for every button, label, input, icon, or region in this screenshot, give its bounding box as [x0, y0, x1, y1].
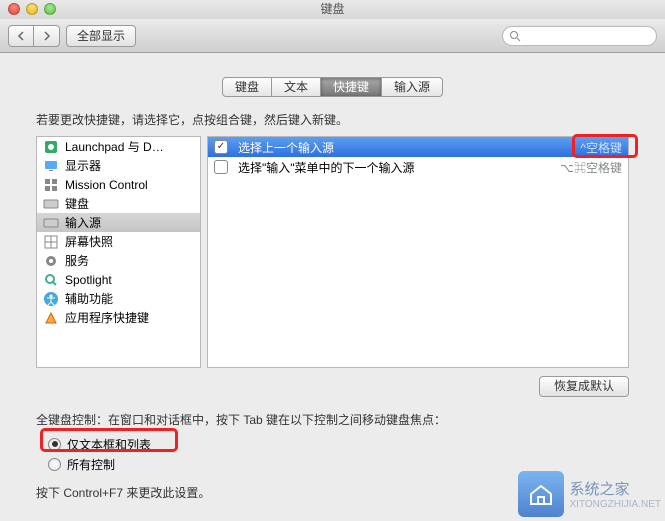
- highlight-box: [572, 134, 638, 158]
- sidebar-item-label: Launchpad 与 D…: [65, 138, 164, 155]
- panels: Launchpad 与 D… 显示器 Mission Control 键盘 输入…: [0, 136, 665, 368]
- sidebar-item-label: 辅助功能: [65, 290, 113, 307]
- tab-bar: 键盘 文本 快捷键 输入源: [0, 77, 665, 97]
- checkbox[interactable]: [214, 160, 228, 174]
- watermark-logo-icon: [518, 471, 564, 517]
- grid-icon: [43, 234, 59, 250]
- shortcut-key[interactable]: ⌥⌘空格键: [560, 159, 622, 176]
- search-icon: [509, 30, 521, 42]
- checkbox[interactable]: ✓: [214, 140, 228, 154]
- sidebar-item-label: 应用程序快捷键: [65, 309, 149, 326]
- sidebar-item-app-shortcuts[interactable]: 应用程序快捷键: [37, 308, 200, 327]
- shortcut-key[interactable]: ^空格键: [580, 139, 622, 156]
- search-input[interactable]: [502, 26, 657, 46]
- titlebar: 键盘: [0, 0, 665, 19]
- instruction-text: 若要更改快捷键，请选择它，点按组合键，然后键入新键。: [0, 111, 665, 136]
- sidebar-list[interactable]: Launchpad 与 D… 显示器 Mission Control 键盘 输入…: [36, 136, 201, 368]
- sidebar-item-label: 显示器: [65, 157, 101, 174]
- accessibility-icon: [43, 291, 59, 307]
- shortcut-label: 选择"输入"菜单中的下一个输入源: [238, 159, 415, 176]
- shortcut-row[interactable]: 选择"输入"菜单中的下一个输入源 ⌥⌘空格键: [208, 157, 628, 177]
- window-title: 键盘: [320, 2, 344, 16]
- shortcut-label: 选择上一个输入源: [238, 139, 334, 156]
- tab-text[interactable]: 文本: [272, 77, 321, 97]
- sidebar-item-label: 键盘: [65, 195, 89, 212]
- back-button[interactable]: [8, 25, 34, 47]
- minimize-icon[interactable]: [26, 3, 38, 15]
- shortcut-row[interactable]: ✓ 选择上一个输入源 ^空格键: [208, 137, 628, 157]
- watermark-name: 系统之家: [570, 481, 630, 498]
- sidebar-item-label: 屏幕快照: [65, 233, 113, 250]
- radio-button[interactable]: [48, 458, 61, 471]
- apps-icon: [43, 310, 59, 326]
- sidebar-item-launchpad[interactable]: Launchpad 与 D…: [37, 137, 200, 156]
- radio-label: 仅文本框和列表: [67, 436, 151, 453]
- watermark: 系统之家 XITONGZHIJIA.NET: [518, 471, 662, 517]
- launchpad-icon: [43, 139, 59, 155]
- gear-icon: [43, 253, 59, 269]
- shortcut-table[interactable]: ✓ 选择上一个输入源 ^空格键 选择"输入"菜单中的下一个输入源 ⌥⌘空格键: [207, 136, 629, 368]
- keyboard-icon: [43, 196, 59, 212]
- close-icon[interactable]: [8, 3, 20, 15]
- content: 键盘 文本 快捷键 输入源 若要更改快捷键，请选择它，点按组合键，然后键入新键。…: [0, 53, 665, 505]
- sidebar-item-label: Mission Control: [65, 178, 148, 192]
- toolbar: 全部显示: [0, 19, 665, 53]
- restore-row: 恢复成默认: [0, 368, 665, 411]
- radio-label: 所有控制: [67, 456, 115, 473]
- traffic-lights: [8, 3, 56, 15]
- sidebar-item-label: 输入源: [65, 214, 101, 231]
- restore-defaults-button[interactable]: 恢复成默认: [539, 376, 629, 397]
- display-icon: [43, 158, 59, 174]
- sidebar-item-label: 服务: [65, 252, 89, 269]
- sidebar-item-accessibility[interactable]: 辅助功能: [37, 289, 200, 308]
- sidebar-item-screenshot[interactable]: 屏幕快照: [37, 232, 200, 251]
- sidebar-item-services[interactable]: 服务: [37, 251, 200, 270]
- forward-button[interactable]: [34, 25, 60, 47]
- sidebar-item-spotlight[interactable]: Spotlight: [37, 270, 200, 289]
- mission-icon: [43, 177, 59, 193]
- watermark-url: XITONGZHIJIA.NET: [570, 499, 662, 510]
- watermark-text-block: 系统之家 XITONGZHIJIA.NET: [570, 478, 662, 510]
- sidebar-item-label: Spotlight: [65, 273, 112, 287]
- sidebar-item-keyboard[interactable]: 键盘: [37, 194, 200, 213]
- sidebar-item-input-sources[interactable]: 输入源: [37, 213, 200, 232]
- sidebar-item-display[interactable]: 显示器: [37, 156, 200, 175]
- tab-shortcuts[interactable]: 快捷键: [321, 77, 382, 97]
- spotlight-icon: [43, 272, 59, 288]
- sidebar-item-mission-control[interactable]: Mission Control: [37, 175, 200, 194]
- zoom-icon[interactable]: [44, 3, 56, 15]
- keyboard-access-label: 全键盘控制：在窗口和对话框中，按下 Tab 键在以下控制之间移动键盘焦点：: [0, 411, 665, 428]
- tab-input-sources[interactable]: 输入源: [382, 77, 443, 97]
- radio-button[interactable]: [48, 438, 61, 451]
- nav-group: [8, 25, 60, 47]
- tab-keyboard[interactable]: 键盘: [222, 77, 272, 97]
- keyboard-icon: [43, 215, 59, 231]
- show-all-button[interactable]: 全部显示: [66, 25, 136, 47]
- radio-text-only[interactable]: 仅文本框和列表: [48, 434, 617, 454]
